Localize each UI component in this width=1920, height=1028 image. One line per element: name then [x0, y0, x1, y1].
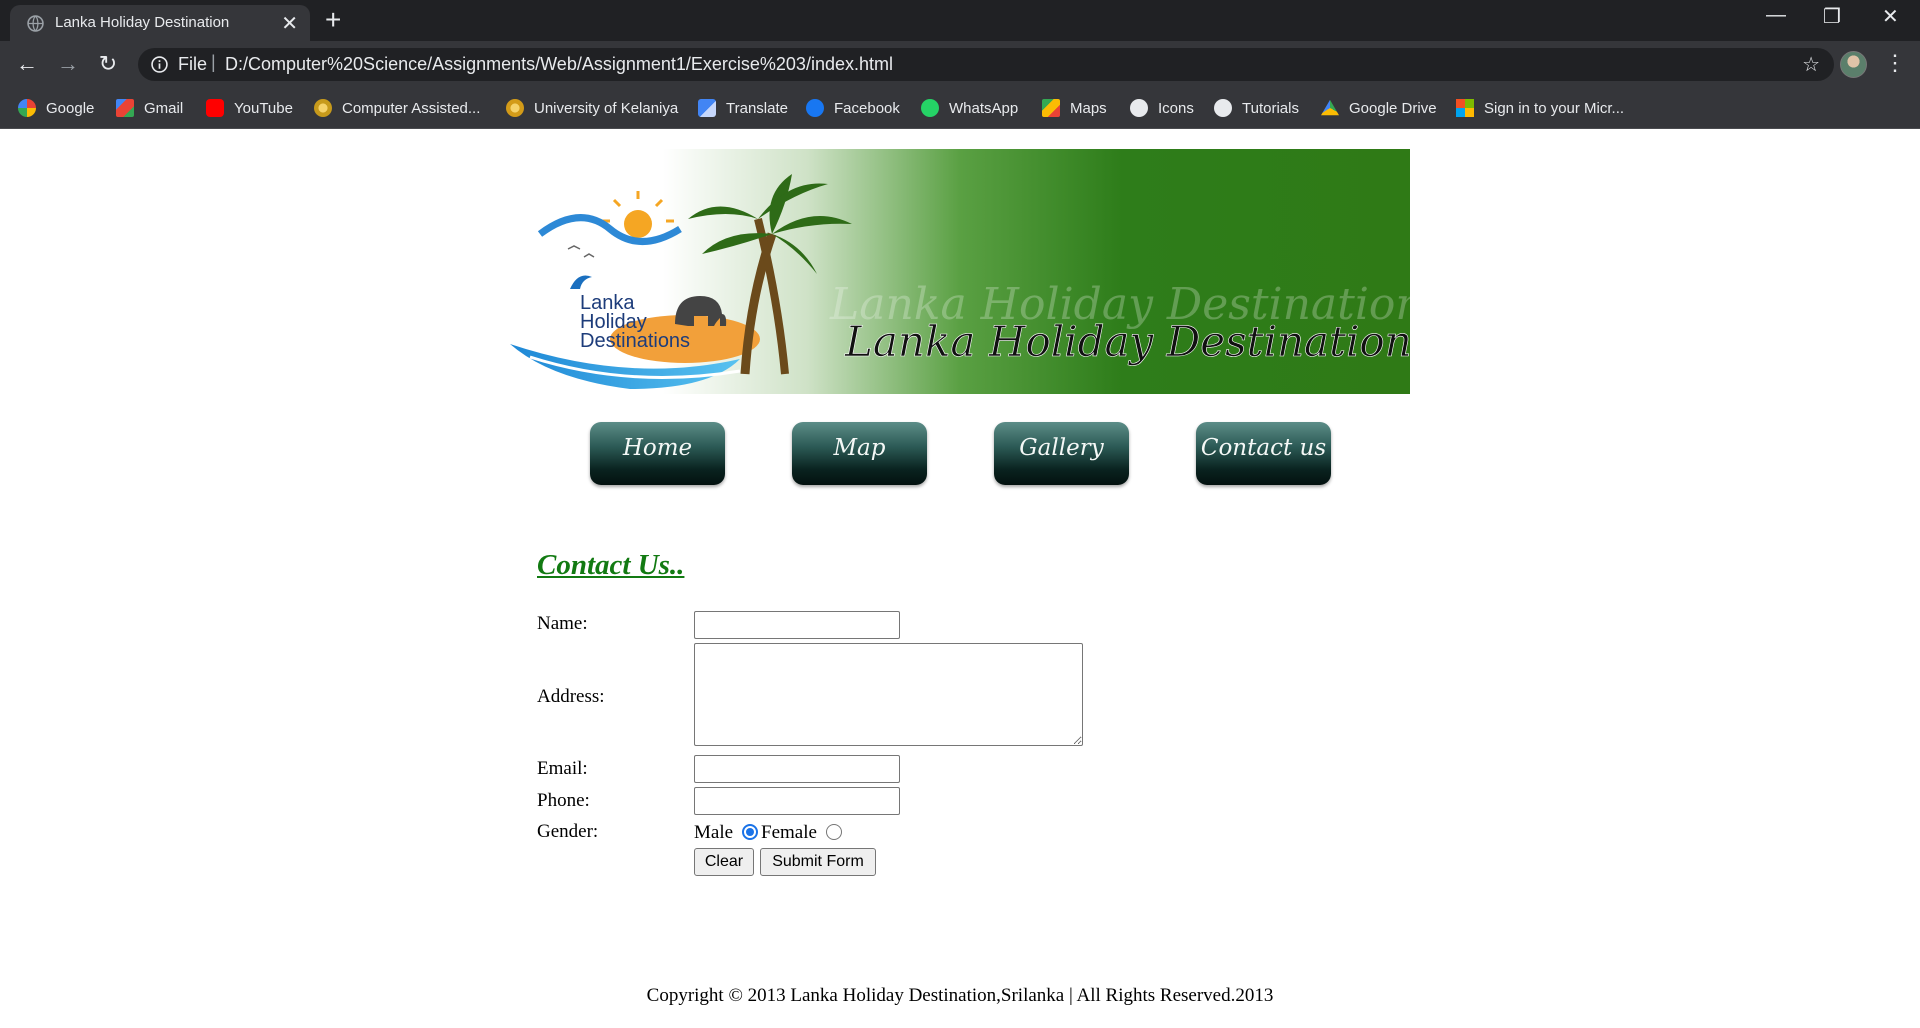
reload-icon[interactable]: ↻: [94, 50, 122, 78]
bookmark-label: Gmail: [144, 99, 184, 117]
info-icon[interactable]: [151, 56, 168, 73]
university-seal-icon: [506, 99, 524, 117]
tab-title: Lanka Holiday Destination: [55, 14, 230, 31]
bookmark-star-icon[interactable]: ☆: [1802, 52, 1820, 77]
address-field[interactable]: [694, 643, 1083, 746]
bookmark-whatsapp[interactable]: WhatsApp: [921, 95, 1018, 121]
drive-icon: [1321, 99, 1339, 116]
bookmark-university-of-kelaniya[interactable]: University of Kelaniya: [506, 95, 678, 121]
name-field[interactable]: [694, 611, 900, 639]
bookmark-gmail[interactable]: Gmail: [116, 95, 183, 121]
address-separator: |: [211, 52, 216, 72]
banner-title: Lanka Holiday Destination: [844, 317, 1410, 366]
nav-contact-button[interactable]: Contact us: [1196, 422, 1331, 485]
gmail-icon: [116, 99, 134, 117]
youtube-icon: [206, 99, 224, 117]
gender-female-label: Female: [761, 822, 817, 843]
address-label: Address:: [537, 686, 605, 707]
globe-icon: [27, 15, 44, 32]
bookmark-youtube[interactable]: YouTube: [206, 95, 293, 121]
bookmark-label: YouTube: [234, 99, 293, 117]
clear-button[interactable]: Clear: [694, 848, 754, 876]
bookmark-label: WhatsApp: [949, 99, 1019, 117]
bookmark-computer-assisted[interactable]: Computer Assisted...: [314, 95, 480, 121]
minimize-icon[interactable]: —: [1766, 4, 1786, 27]
bookmark-label: Computer Assisted...: [342, 99, 481, 117]
browser-menu-icon[interactable]: ⋮: [1884, 50, 1906, 76]
phone-field[interactable]: [694, 787, 900, 815]
submit-button[interactable]: Submit Form: [760, 848, 876, 876]
bookmark-tutorials[interactable]: Tutorials: [1214, 95, 1299, 121]
gender-female-radio[interactable]: [826, 824, 842, 840]
email-label: Email:: [537, 758, 588, 779]
bookmark-translate[interactable]: Translate: [698, 95, 788, 121]
microsoft-icon: [1456, 99, 1474, 117]
back-icon[interactable]: ←: [13, 50, 41, 78]
scheme-label: File: [178, 54, 208, 74]
email-field[interactable]: [694, 755, 900, 783]
name-label: Name:: [537, 613, 588, 634]
phone-label: Phone:: [537, 790, 590, 811]
close-window-icon[interactable]: ✕: [1882, 4, 1899, 29]
close-tab-icon[interactable]: ✕: [281, 11, 298, 36]
nav-gallery-button[interactable]: Gallery: [994, 422, 1129, 485]
url-text[interactable]: D:/Computer%20Science/Assignments/Web/As…: [225, 54, 893, 75]
nav-map-button[interactable]: Map: [792, 422, 927, 485]
bookmark-facebook[interactable]: Facebook: [806, 95, 900, 121]
profile-avatar[interactable]: [1840, 51, 1867, 78]
tab-strip: Lanka Holiday Destination ✕ + — ❐ ✕: [0, 0, 1920, 41]
address-bar[interactable]: File | D:/Computer%20Science/Assignments…: [138, 48, 1834, 81]
whatsapp-icon: [921, 99, 939, 117]
bookmark-maps[interactable]: Maps: [1042, 95, 1107, 121]
google-icon: [18, 99, 36, 117]
bookmarks-bar: Google Gmail YouTube Computer Assisted..…: [0, 87, 1920, 129]
site-banner: Lanka Holiday Destinations Lanka Holiday…: [510, 149, 1410, 394]
gender-male-label: Male: [694, 822, 734, 843]
forward-icon[interactable]: →: [54, 50, 82, 78]
new-tab-button[interactable]: +: [325, 4, 341, 36]
bookmark-google[interactable]: Google: [18, 95, 94, 121]
contact-heading: Contact Us..: [537, 549, 685, 581]
bookmark-label: Facebook: [834, 99, 900, 117]
maps-icon: [1042, 99, 1060, 117]
bookmark-label: Tutorials: [1242, 99, 1299, 117]
bookmark-icons[interactable]: Icons: [1130, 95, 1194, 121]
translate-icon: [698, 99, 716, 117]
bookmark-label: Translate: [726, 99, 788, 117]
restore-icon[interactable]: ❐: [1823, 4, 1841, 29]
gender-label: Gender:: [537, 821, 599, 842]
browser-tab[interactable]: Lanka Holiday Destination ✕: [10, 5, 310, 41]
bookmark-label: Google Drive: [1349, 99, 1437, 117]
globe-icon: [1214, 99, 1232, 117]
bookmark-label: Maps: [1070, 99, 1107, 117]
bookmark-label: Sign in to your Micr...: [1484, 99, 1625, 117]
bookmark-google-drive[interactable]: Google Drive: [1321, 95, 1437, 121]
bookmark-label: Icons: [1158, 99, 1194, 117]
browser-toolbar: ← → ↻ File | D:/Computer%20Science/Assig…: [0, 41, 1920, 87]
bookmark-microsoft[interactable]: Sign in to your Micr...: [1456, 95, 1624, 121]
logo-line-3: Destinations: [580, 330, 690, 352]
globe-icon: [1130, 99, 1148, 117]
nav-home-button[interactable]: Home: [590, 422, 725, 485]
facebook-icon: [806, 99, 824, 117]
footer-copyright: Copyright © 2013 Lanka Holiday Destinati…: [646, 985, 1274, 1006]
banner-graphic: Lanka Holiday Destinations Lanka Holiday…: [510, 149, 1410, 394]
bookmark-label: Google: [46, 99, 95, 117]
university-seal-icon: [314, 99, 332, 117]
gender-male-radio[interactable]: [742, 824, 758, 840]
bookmark-label: University of Kelaniya: [534, 99, 679, 117]
